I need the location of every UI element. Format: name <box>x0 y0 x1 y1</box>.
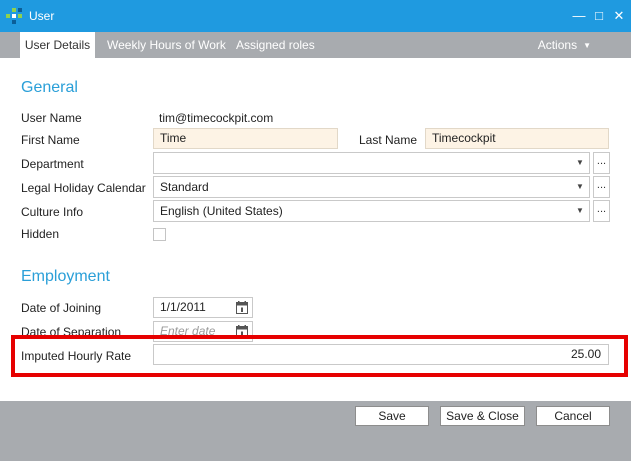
hidden-label: Hidden <box>21 227 60 241</box>
chevron-down-icon[interactable]: ▼ <box>571 201 589 221</box>
holiday-calendar-label: Legal Holiday Calendar <box>21 181 146 195</box>
tab-user-details[interactable]: User Details <box>20 32 95 58</box>
window-titlebar: User — □ ✕ <box>0 0 631 32</box>
tab-assigned-roles[interactable]: Assigned roles <box>236 32 315 58</box>
first-name-label: First Name <box>21 133 80 147</box>
last-name-field[interactable]: Timecockpit <box>425 128 609 149</box>
holiday-calendar-value: Standard <box>160 180 209 194</box>
chevron-down-icon[interactable]: ▼ <box>571 153 589 173</box>
actions-menu[interactable]: Actions ▼ <box>538 32 591 58</box>
tab-bar: User Details Weekly Hours of Work Assign… <box>0 32 631 58</box>
date-of-joining-value: 1/1/2011 <box>160 300 206 314</box>
culture-info-value: English (United States) <box>160 204 283 218</box>
app-icon <box>6 8 22 24</box>
department-browse-button[interactable]: ... <box>593 152 610 174</box>
maximize-icon[interactable]: □ <box>591 7 607 25</box>
close-icon[interactable]: ✕ <box>611 7 627 25</box>
department-select[interactable]: ▼ <box>153 152 590 174</box>
cancel-button[interactable]: Cancel <box>536 406 610 426</box>
chevron-down-icon[interactable]: ▼ <box>571 177 589 197</box>
dialog-footer: Save Save & Close Cancel <box>0 401 631 461</box>
user-name-label: User Name <box>21 111 82 125</box>
culture-info-label: Culture Info <box>21 205 84 219</box>
section-title-general: General <box>21 79 78 96</box>
calendar-icon[interactable] <box>236 301 248 314</box>
culture-info-select[interactable]: English (United States) ▼ <box>153 200 590 222</box>
chevron-down-icon: ▼ <box>583 41 591 50</box>
tab-weekly-hours[interactable]: Weekly Hours of Work <box>107 32 226 58</box>
holiday-calendar-select[interactable]: Standard ▼ <box>153 176 590 198</box>
save-close-button[interactable]: Save & Close <box>440 406 525 426</box>
actions-label: Actions <box>537 38 578 52</box>
hidden-checkbox[interactable] <box>153 228 166 241</box>
minimize-icon[interactable]: — <box>571 7 587 25</box>
user-name-value: tim@timecockpit.com <box>159 111 274 125</box>
holiday-calendar-browse-button[interactable]: ... <box>593 176 610 198</box>
culture-info-browse-button[interactable]: ... <box>593 200 610 222</box>
section-title-employment: Employment <box>21 268 110 285</box>
first-name-field[interactable]: Time <box>153 128 338 149</box>
save-button[interactable]: Save <box>355 406 429 426</box>
department-label: Department <box>21 157 84 171</box>
date-of-joining-label: Date of Joining <box>21 301 102 315</box>
window-title: User <box>29 9 55 23</box>
last-name-label: Last Name <box>359 133 418 147</box>
date-of-joining-field[interactable]: 1/1/2011 <box>153 297 253 318</box>
highlight-box <box>11 335 628 377</box>
